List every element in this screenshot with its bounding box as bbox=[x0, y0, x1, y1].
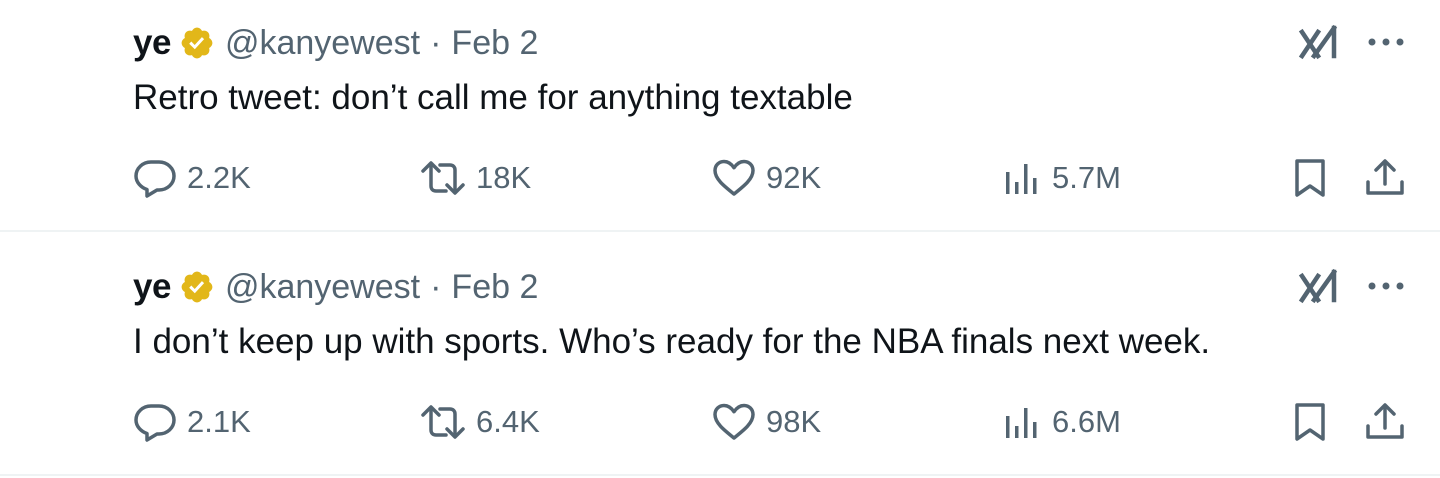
reply-icon bbox=[134, 160, 176, 198]
like-button[interactable]: 98K bbox=[712, 398, 821, 446]
divider bbox=[0, 230, 1440, 232]
divider bbox=[0, 474, 1440, 476]
tweet-text: Retro tweet: don’t call me for anything … bbox=[133, 78, 853, 117]
like-count: 98K bbox=[766, 404, 822, 439]
author-name[interactable]: ye bbox=[133, 267, 171, 307]
reply-icon bbox=[134, 404, 176, 442]
grok-icon[interactable] bbox=[1298, 24, 1342, 62]
separator: · bbox=[430, 23, 442, 62]
tweet-text: I don’t keep up with sports. Who’s ready… bbox=[133, 322, 1211, 361]
bookmark-icon bbox=[1295, 159, 1325, 197]
more-icon[interactable] bbox=[1366, 274, 1406, 298]
bookmark-button[interactable] bbox=[1292, 398, 1328, 446]
reply-button[interactable]: 2.2K bbox=[133, 154, 251, 202]
author-name[interactable]: ye bbox=[133, 23, 171, 63]
views-count: 5.7M bbox=[1052, 160, 1121, 195]
like-button[interactable]: 92K bbox=[712, 154, 821, 202]
tweet-header: ye @kanyewest · Feb 2 bbox=[133, 18, 538, 68]
tweet-date[interactable]: Feb 2 bbox=[451, 24, 538, 63]
more-icon[interactable] bbox=[1366, 30, 1406, 54]
share-button[interactable] bbox=[1364, 154, 1406, 202]
like-count: 92K bbox=[766, 160, 822, 195]
retweet-count: 18K bbox=[476, 160, 532, 195]
views-icon bbox=[1006, 164, 1037, 194]
share-button[interactable] bbox=[1364, 398, 1406, 446]
retweet-button[interactable]: 6.4K bbox=[420, 398, 540, 446]
share-icon bbox=[1366, 159, 1404, 195]
author-handle[interactable]: @kanyewest bbox=[225, 24, 420, 63]
retweet-icon bbox=[421, 405, 465, 439]
verified-badge-icon bbox=[181, 271, 213, 303]
share-icon bbox=[1366, 403, 1404, 439]
tweet-header: ye @kanyewest · Feb 2 bbox=[133, 262, 538, 312]
tweet[interactable]: ye @kanyewest · Feb 2 Retro tweet: don’t… bbox=[0, 0, 1440, 232]
bookmark-button[interactable] bbox=[1292, 154, 1328, 202]
retweet-button[interactable]: 18K bbox=[420, 154, 531, 202]
heart-icon bbox=[713, 159, 755, 196]
retweet-count: 6.4K bbox=[476, 404, 540, 439]
reply-count: 2.2K bbox=[187, 160, 251, 195]
views-button[interactable]: 6.6M bbox=[1002, 398, 1121, 446]
views-icon bbox=[1006, 408, 1037, 438]
reply-button[interactable]: 2.1K bbox=[133, 398, 251, 446]
reply-count: 2.1K bbox=[187, 404, 251, 439]
separator: · bbox=[430, 267, 442, 306]
bookmark-icon bbox=[1295, 403, 1325, 441]
views-button[interactable]: 5.7M bbox=[1002, 154, 1121, 202]
verified-badge-icon bbox=[181, 27, 213, 59]
heart-icon bbox=[713, 403, 755, 440]
tweet-date[interactable]: Feb 2 bbox=[451, 268, 538, 307]
tweet[interactable]: ye @kanyewest · Feb 2 I don’t keep up wi… bbox=[0, 244, 1440, 476]
views-count: 6.6M bbox=[1052, 404, 1121, 439]
grok-icon[interactable] bbox=[1298, 268, 1342, 306]
author-handle[interactable]: @kanyewest bbox=[225, 268, 420, 307]
retweet-icon bbox=[421, 161, 465, 195]
